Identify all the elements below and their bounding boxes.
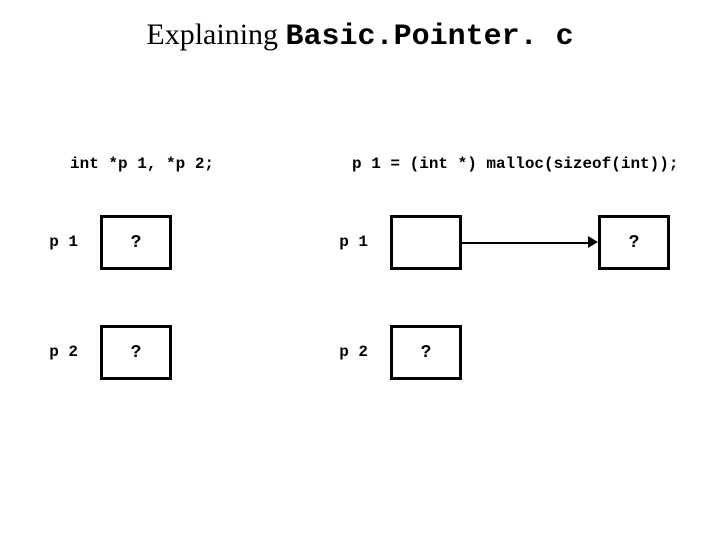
left-p2-label: p 2	[48, 343, 78, 361]
left-p1-box: ?	[100, 215, 172, 270]
title-prefix: Explaining	[146, 18, 285, 51]
title-mono: Basic.Pointer. c	[286, 20, 574, 54]
right-heap-box: ?	[598, 215, 670, 270]
arrow-head-icon	[588, 236, 598, 248]
left-p1-label: p 1	[48, 233, 78, 251]
left-code: int *p 1, *p 2;	[70, 155, 214, 173]
left-p2-box: ?	[100, 325, 172, 380]
right-p2-label: p 2	[338, 343, 368, 361]
slide: Explaining Basic.Pointer. c int *p 1, *p…	[0, 0, 720, 540]
right-p2-box: ?	[390, 325, 462, 380]
right-p1-box	[390, 215, 462, 270]
right-p1-label: p 1	[338, 233, 368, 251]
slide-title: Explaining Basic.Pointer. c	[0, 18, 720, 54]
arrow-line-icon	[462, 242, 590, 244]
right-code: p 1 = (int *) malloc(sizeof(int));	[352, 155, 678, 173]
